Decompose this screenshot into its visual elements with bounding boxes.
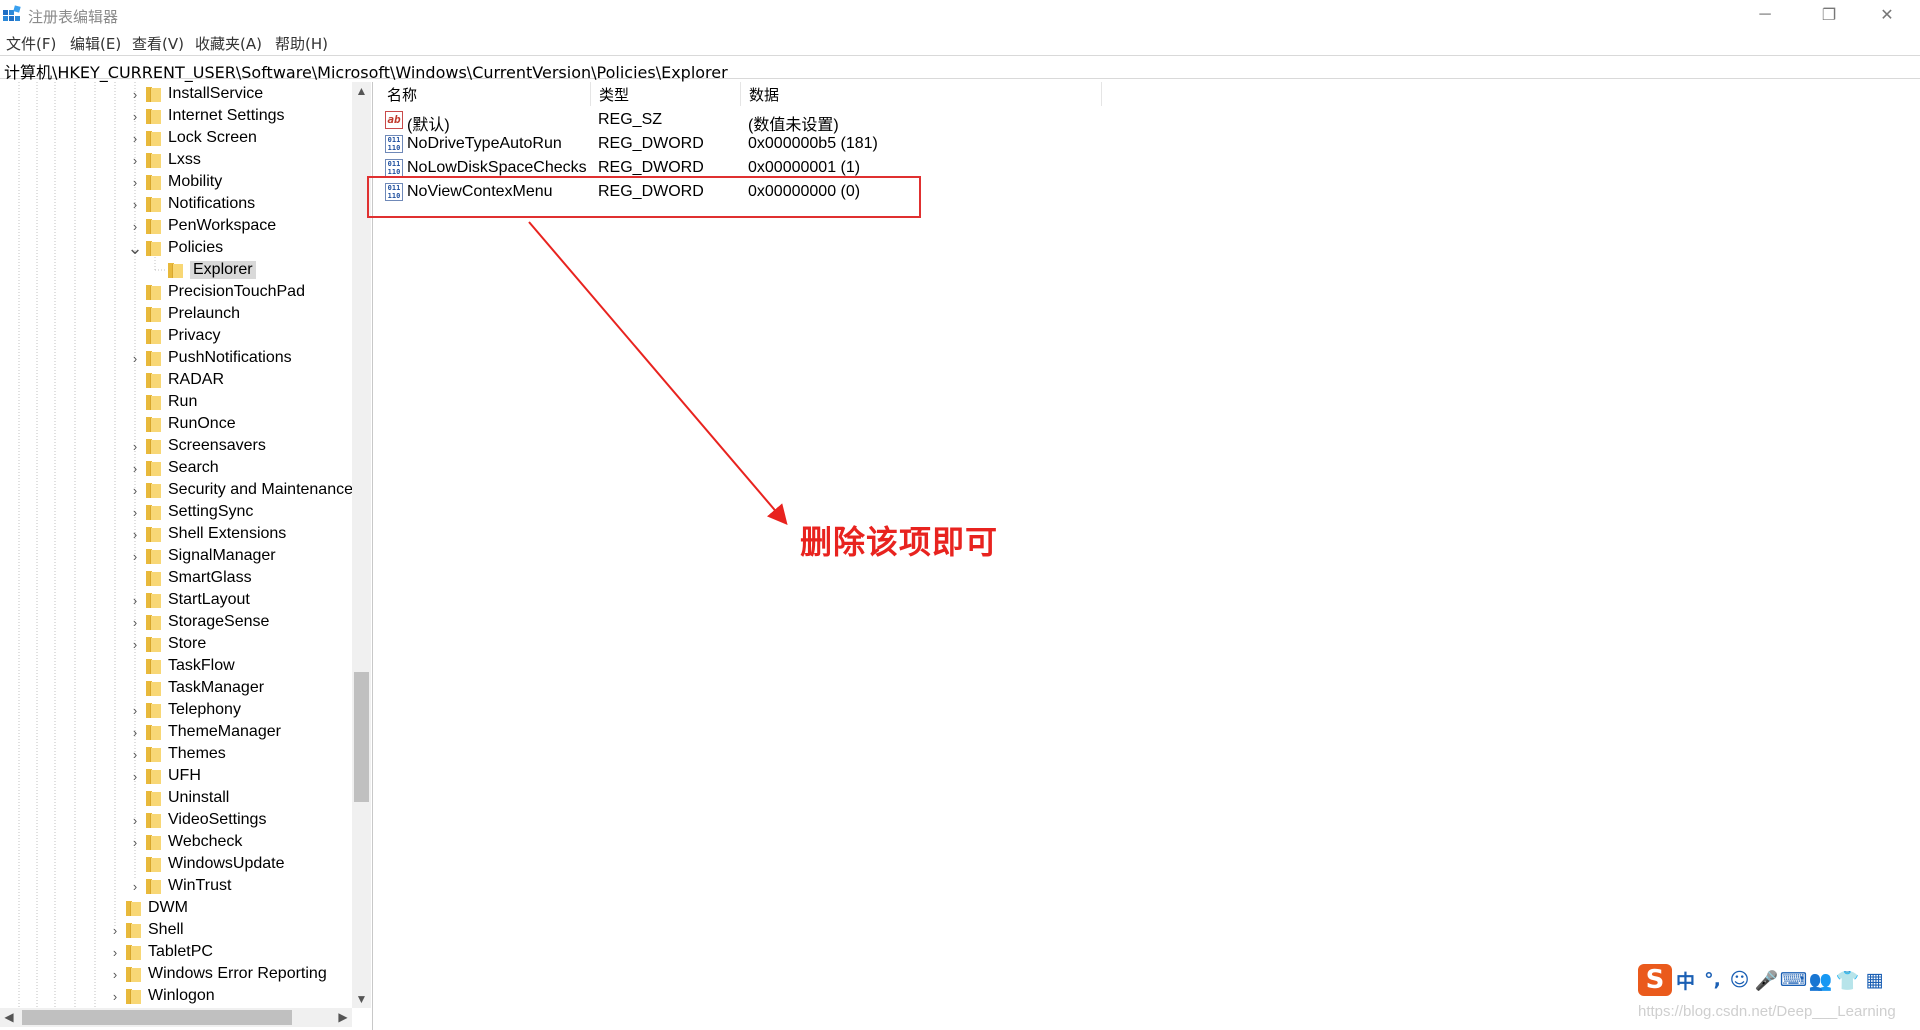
- sogou-logo-icon[interactable]: S: [1638, 964, 1672, 996]
- toolbox-icon[interactable]: ▦: [1861, 965, 1888, 995]
- chinese-mode-icon[interactable]: 中: [1672, 965, 1699, 995]
- user-icon[interactable]: 👥: [1807, 965, 1834, 995]
- skin-icon[interactable]: 👕: [1834, 965, 1861, 995]
- punctuation-icon[interactable]: °,: [1699, 965, 1726, 995]
- annotation-arrow: [528, 221, 788, 526]
- annotation-text: 删除该项即可: [800, 523, 999, 561]
- keyboard-icon[interactable]: ⌨: [1780, 965, 1807, 995]
- watermark: https://blog.csdn.net/Deep___Learning: [1638, 1003, 1896, 1020]
- ime-toolbar[interactable]: S 中 °, ☺ 🎤 ⌨ 👥 👕 ▦: [1638, 963, 1900, 997]
- microphone-icon[interactable]: 🎤: [1753, 965, 1780, 995]
- emoji-icon[interactable]: ☺: [1726, 965, 1753, 995]
